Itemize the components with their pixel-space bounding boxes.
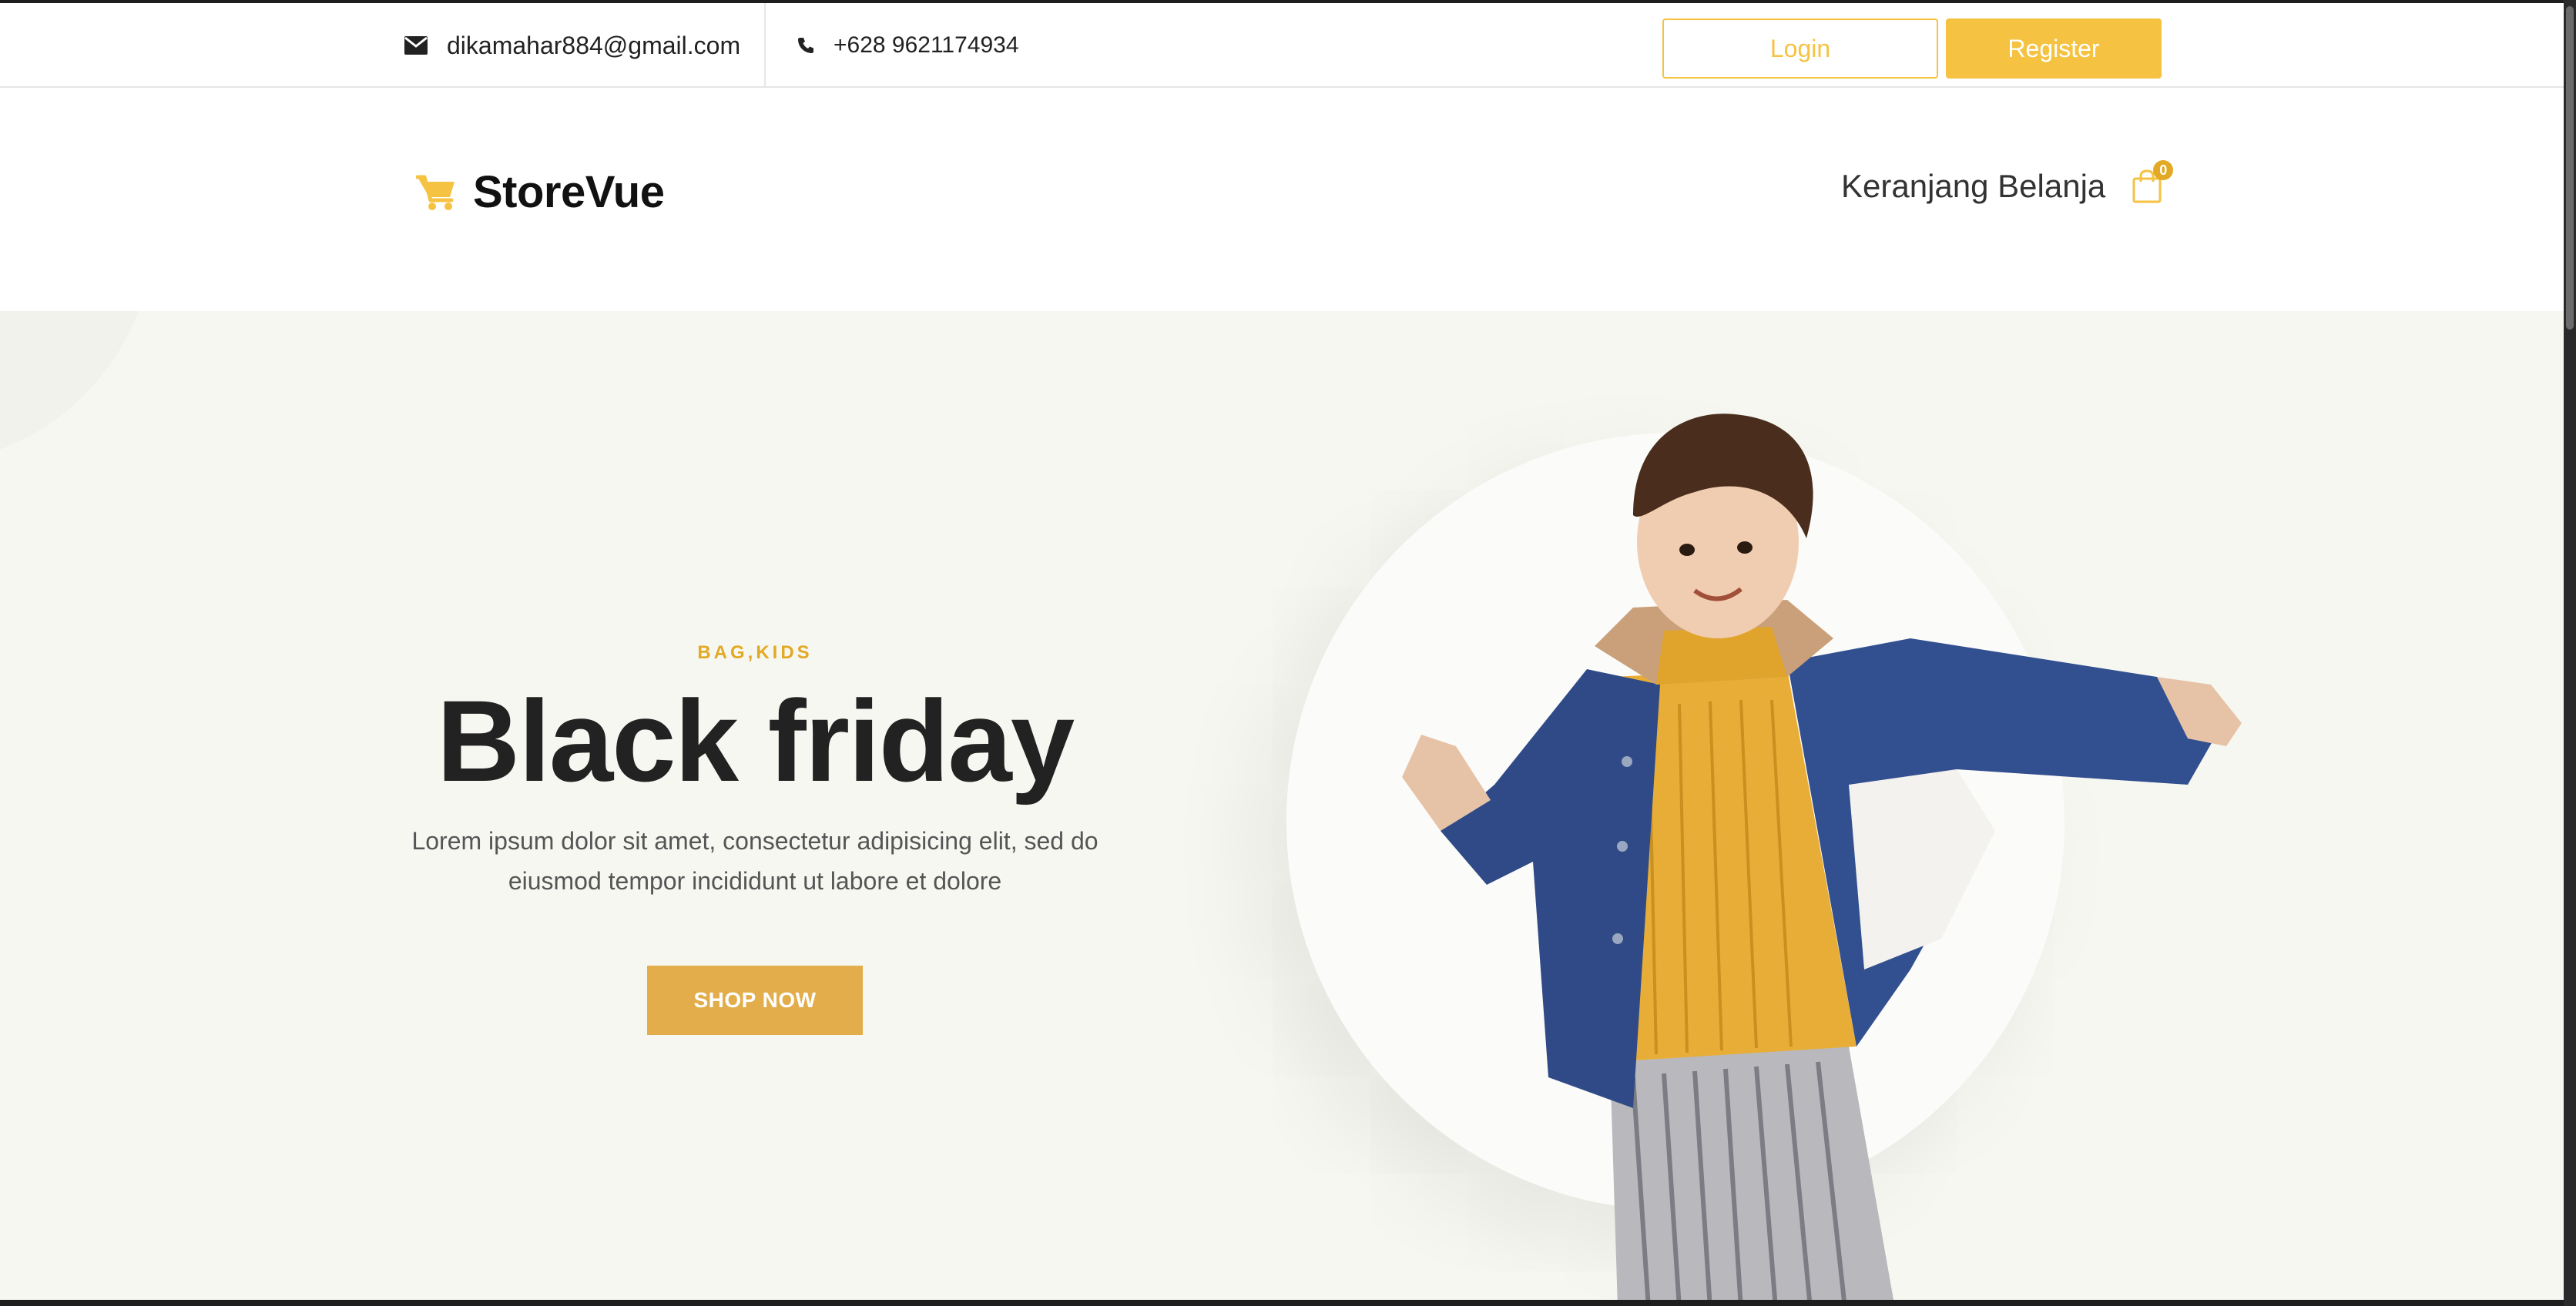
brand-name: StoreVue [473, 167, 665, 217]
hero-description: Lorem ipsum dolor sit amet, consectetur … [411, 826, 1098, 895]
contact-email: dikamahar884@gmail.com [404, 3, 766, 88]
cart-label: Keranjang Belanja [1841, 168, 2106, 204]
brand-logo[interactable]: StoreVue [416, 166, 665, 218]
shopping-bag-icon[interactable]: 0 [2132, 160, 2174, 203]
top-bar: dikamahar884@gmail.com +628 9621174934 L… [0, 3, 2564, 88]
register-button[interactable]: Register [1946, 18, 2162, 79]
scrollbar-thumb[interactable] [2566, 6, 2574, 330]
contact-phone: +628 9621174934 [797, 3, 1019, 88]
cart-link[interactable]: Keranjang Belanja 0 [1841, 160, 2174, 205]
hero-title: Black friday [436, 676, 1075, 805]
envelope-icon [404, 35, 428, 55]
vertical-scrollbar[interactable] [2564, 0, 2576, 1306]
kid-in-denim-jacket-photo [1402, 414, 2242, 1300]
site-header: StoreVue Keranjang Belanja 0 [0, 89, 2564, 311]
hero-category: BAG,KIDS [697, 642, 813, 663]
cart-icon [416, 174, 458, 211]
email-text[interactable]: dikamahar884@gmail.com [447, 32, 740, 60]
login-button[interactable]: Login [1662, 18, 1938, 79]
phone-icon [797, 36, 815, 55]
hero-content: BAG,KIDS Black friday Lorem ipsum dolor … [370, 642, 1140, 1035]
hero-banner: BAG,KIDS Black friday Lorem ipsum dolor … [0, 311, 2564, 1300]
decorative-circle [0, 311, 154, 465]
browser-viewport: dikamahar884@gmail.com +628 9621174934 L… [0, 3, 2564, 1300]
cart-count-badge: 0 [2153, 160, 2174, 180]
shop-now-button[interactable]: SHOP NOW [647, 965, 863, 1035]
phone-text[interactable]: +628 9621174934 [834, 32, 1019, 59]
